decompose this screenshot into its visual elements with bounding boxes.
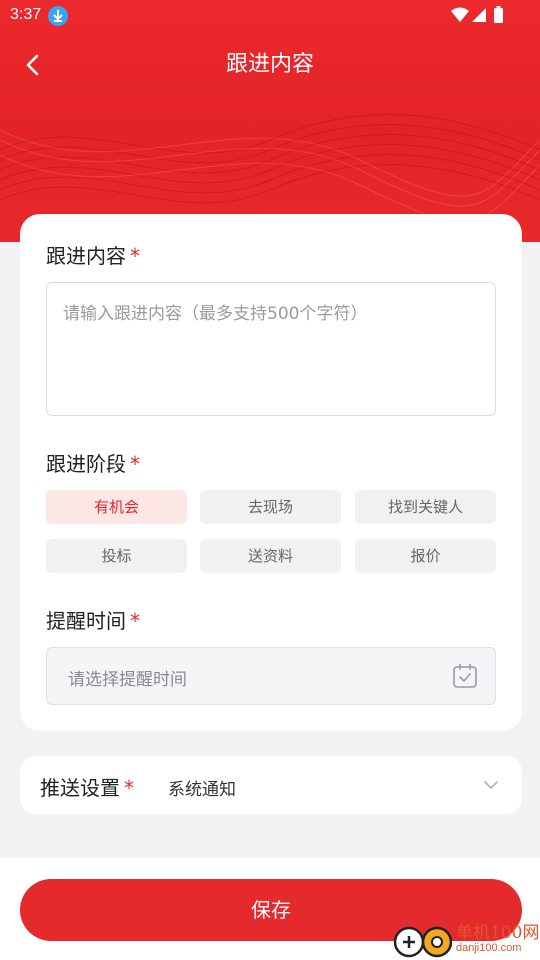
watermark-url: danji100.com	[456, 942, 522, 954]
content-textarea[interactable]: 请输入跟进内容（最多支持500个字符）	[46, 282, 496, 416]
reminder-placeholder: 请选择提醒时间	[68, 670, 187, 690]
push-settings-row[interactable]: 推送设置 * 系统通知	[20, 756, 522, 814]
reminder-label-text: 提醒时间	[46, 609, 126, 633]
chevron-down-icon	[484, 781, 498, 789]
required-mark: *	[124, 776, 134, 800]
header-background	[0, 0, 540, 242]
stage-option-send-materials[interactable]: 送资料	[200, 539, 341, 573]
status-time: 3:37	[10, 6, 42, 23]
watermark-logo-icon	[393, 926, 453, 958]
stage-option-site-visit[interactable]: 去现场	[200, 490, 341, 524]
download-icon	[48, 6, 68, 26]
content-label-text: 跟进内容	[46, 244, 126, 268]
stage-option-key-person[interactable]: 找到关键人	[355, 490, 496, 524]
content-label: 跟进内容 *	[46, 240, 140, 269]
form-card: 跟进内容 * 请输入跟进内容（最多支持500个字符） 跟进阶段 * 有机会 去现场 …	[20, 214, 522, 731]
stage-option-opportunity[interactable]: 有机会	[46, 490, 187, 524]
status-bar: 3:37	[0, 0, 540, 30]
reminder-time-picker[interactable]: 请选择提醒时间	[46, 647, 496, 705]
push-label-text: 推送设置	[40, 776, 120, 800]
reminder-label: 提醒时间 *	[46, 605, 140, 634]
stage-option-quote[interactable]: 报价	[355, 539, 496, 573]
wifi-icon	[451, 7, 469, 22]
required-mark: *	[130, 244, 140, 268]
stage-option-bid[interactable]: 投标	[46, 539, 187, 573]
required-mark: *	[130, 609, 140, 633]
required-mark: *	[130, 452, 140, 476]
push-label: 推送设置 *	[40, 772, 134, 801]
calendar-check-icon	[453, 663, 477, 688]
push-value: 系统通知	[168, 780, 236, 800]
signal-icon	[472, 8, 486, 22]
stage-label-text: 跟进阶段	[46, 452, 126, 476]
stage-label: 跟进阶段 *	[46, 448, 140, 477]
status-icons	[450, 6, 510, 28]
battery-icon	[494, 8, 503, 23]
content-placeholder: 请输入跟进内容（最多支持500个字符）	[63, 304, 368, 324]
watermark-name: 单机100网	[456, 923, 540, 943]
page-title: 跟进内容	[225, 52, 314, 77]
watermark: 单机100网 danji100.com	[392, 918, 540, 960]
